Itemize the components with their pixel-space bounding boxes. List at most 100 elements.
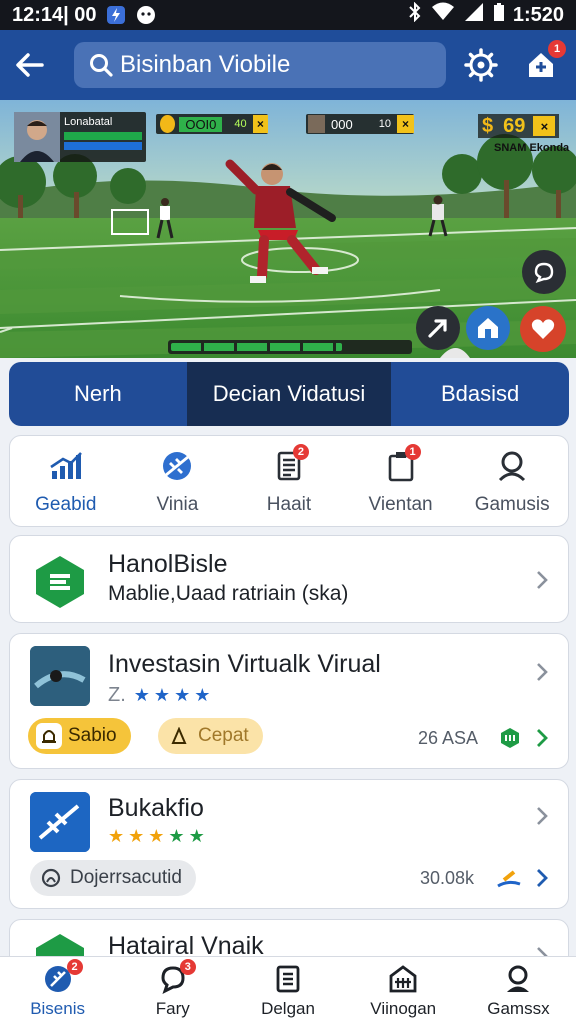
- quick-label-geabid: Geabid: [35, 494, 97, 515]
- pill-sabio-label: Sabio: [68, 725, 117, 746]
- pill-cepat-label: Cepat: [198, 725, 249, 746]
- nav-delgan[interactable]: Delgan: [230, 957, 345, 1024]
- card-meta: 30.08k: [420, 868, 475, 888]
- nav-viinogan[interactable]: Viinogan: [346, 957, 461, 1024]
- card-meta: 26 ASA: [418, 728, 479, 748]
- share-arrow-icon: [428, 319, 447, 338]
- chat-bubble-icon: 3: [156, 958, 196, 995]
- star-icon: ★: [194, 685, 211, 705]
- home-base-button[interactable]: [466, 306, 510, 350]
- share-button[interactable]: [416, 306, 460, 350]
- quick-item-vientan[interactable]: 1 Vientan: [345, 436, 457, 526]
- pill-dojerrsacutid-label: Dojerrsacutid: [70, 867, 182, 888]
- score-right-boost-icon: ×: [396, 115, 414, 133]
- tab-decian-vidatusi[interactable]: Decian Vidatusi: [186, 362, 392, 426]
- card-subtitle: Mablie,Uaad ratriain (skа): [108, 582, 349, 605]
- app-card-investasin[interactable]: Investasin Virtualk Virual Z. ★ ★ ★ ★ Sa…: [9, 633, 569, 769]
- score-boost-icon: ×: [252, 115, 268, 133]
- star-icon: ★: [174, 685, 191, 705]
- home-add-button[interactable]: 1: [520, 40, 566, 86]
- app-bar: Bisinban Viobile 1: [0, 30, 576, 100]
- card-title: Bukakfio: [108, 794, 204, 822]
- search-input[interactable]: Bisinban Viobile: [74, 42, 446, 88]
- game-notification-icon: [135, 5, 157, 25]
- app-card-bukakfio[interactable]: Bukakfio ★ ★ ★ ★ ★ Dojerrsacutid 30.08k: [9, 779, 569, 909]
- app-notification-icon: [105, 5, 127, 25]
- app-icon-investasin: [30, 646, 90, 706]
- coin-bonus-icon: ×: [533, 116, 556, 136]
- chevron-right-icon: [537, 729, 548, 747]
- card-title: Investasin Virtualk Virual: [108, 650, 381, 678]
- nav-fary[interactable]: 3 Fary: [115, 957, 230, 1024]
- tab-nerh[interactable]: Nerh: [9, 362, 187, 426]
- nav-label-viinogan: Viinogan: [370, 998, 437, 1018]
- back-button[interactable]: [0, 30, 60, 100]
- favorite-button[interactable]: [520, 306, 566, 352]
- bottom-navigation: 2 Bisenis 3 Fary Delgan Viinogan Gamssx: [0, 956, 576, 1024]
- lightning-icon: [166, 723, 192, 749]
- star-icon: ★: [128, 826, 145, 846]
- nav-gamssx[interactable]: Gamssx: [461, 957, 576, 1024]
- chevron-right-icon: [537, 571, 548, 589]
- bluetooth-icon: [407, 1, 423, 28]
- quick-item-haait[interactable]: 2 Haait: [233, 436, 345, 526]
- coin-counter: $ 69 ×: [478, 114, 560, 138]
- pill-cepat[interactable]: Cepat: [158, 718, 263, 754]
- settings-button[interactable]: [460, 44, 502, 86]
- bell-icon: [36, 723, 62, 749]
- match-progress-fill: [171, 343, 343, 351]
- quick-item-gamusis[interactable]: Gamusis: [456, 436, 568, 526]
- quick-item-geabid[interactable]: Geabid: [10, 436, 122, 526]
- rating-stars: Z. ★ ★ ★ ★: [108, 684, 210, 707]
- dollar-icon: $: [482, 114, 494, 137]
- match-score-right: 000 10 ×: [306, 114, 414, 134]
- player-stamina-bar: [64, 142, 142, 150]
- star-icon: ★: [148, 826, 165, 846]
- pill-dojerrsacutid[interactable]: Dojerrsacutid: [30, 860, 196, 896]
- shield-icon: [501, 728, 519, 748]
- quick-badge-haait: 2: [292, 444, 309, 460]
- app-card-hanolbisle[interactable]: HanolBisle Mablie,Uaad ratriain (skа): [9, 535, 569, 623]
- score-right-value: 000: [331, 116, 353, 132]
- business-icon: 2: [41, 958, 83, 995]
- app-icon-hanolbisle: [30, 552, 90, 612]
- tab-bdasisd[interactable]: Bdasisd: [391, 362, 569, 426]
- profile-icon: [501, 963, 535, 995]
- status-clock: 1:520: [512, 3, 564, 26]
- nav-label-delgan: Delgan: [261, 998, 315, 1018]
- coin-subtitle: SNAM Ekonda: [494, 142, 570, 154]
- nav-badge-bisenis: 2: [66, 958, 83, 975]
- score-left-value: OOI0: [179, 116, 223, 132]
- profile-icon: [492, 446, 532, 486]
- document-icon: [271, 963, 305, 995]
- player-avatar: [14, 112, 60, 162]
- heart-icon: [531, 319, 555, 339]
- score-right-count: 10: [378, 118, 391, 130]
- segment-tabs: Nerh Decian Vidatusi Bdasisd: [9, 362, 569, 426]
- quick-label-vinia: Vinia: [156, 494, 199, 515]
- nav-label-gamssx: Gamssx: [487, 998, 550, 1018]
- nav-bisenis[interactable]: 2 Bisenis: [0, 957, 115, 1024]
- replay-button[interactable]: [522, 250, 566, 294]
- clipboard-icon: 1: [381, 444, 421, 486]
- chevron-right-icon: [537, 807, 548, 825]
- app-icon-bukakfio: [30, 792, 90, 852]
- game-view[interactable]: Lonabatal OOI0 40 × 000 10 × $ 69 × SNAM…: [0, 100, 576, 358]
- opponent-avatar: [308, 115, 326, 133]
- score-left-mark: 40: [234, 118, 247, 130]
- player-name: Lonabatal: [64, 116, 113, 128]
- back-arrow-icon: [16, 53, 44, 77]
- quick-item-vinia[interactable]: Vinia: [122, 436, 234, 526]
- star-icon: ★: [168, 826, 185, 846]
- chevron-right-icon: [537, 663, 548, 681]
- player-card: Lonabatal: [14, 112, 146, 162]
- chart-icon: [46, 446, 86, 486]
- quick-label-vientan: Vientan: [368, 494, 433, 515]
- pill-sabio[interactable]: Sabio: [28, 718, 131, 754]
- star-icon: ★: [188, 826, 205, 846]
- card-title: HanolBisle: [108, 550, 228, 578]
- coin-value: 69: [503, 114, 526, 137]
- search-text: Bisinban Viobile: [120, 51, 291, 78]
- nav-badge-fary: 3: [179, 958, 196, 975]
- quick-label-gamusis: Gamusis: [474, 494, 550, 515]
